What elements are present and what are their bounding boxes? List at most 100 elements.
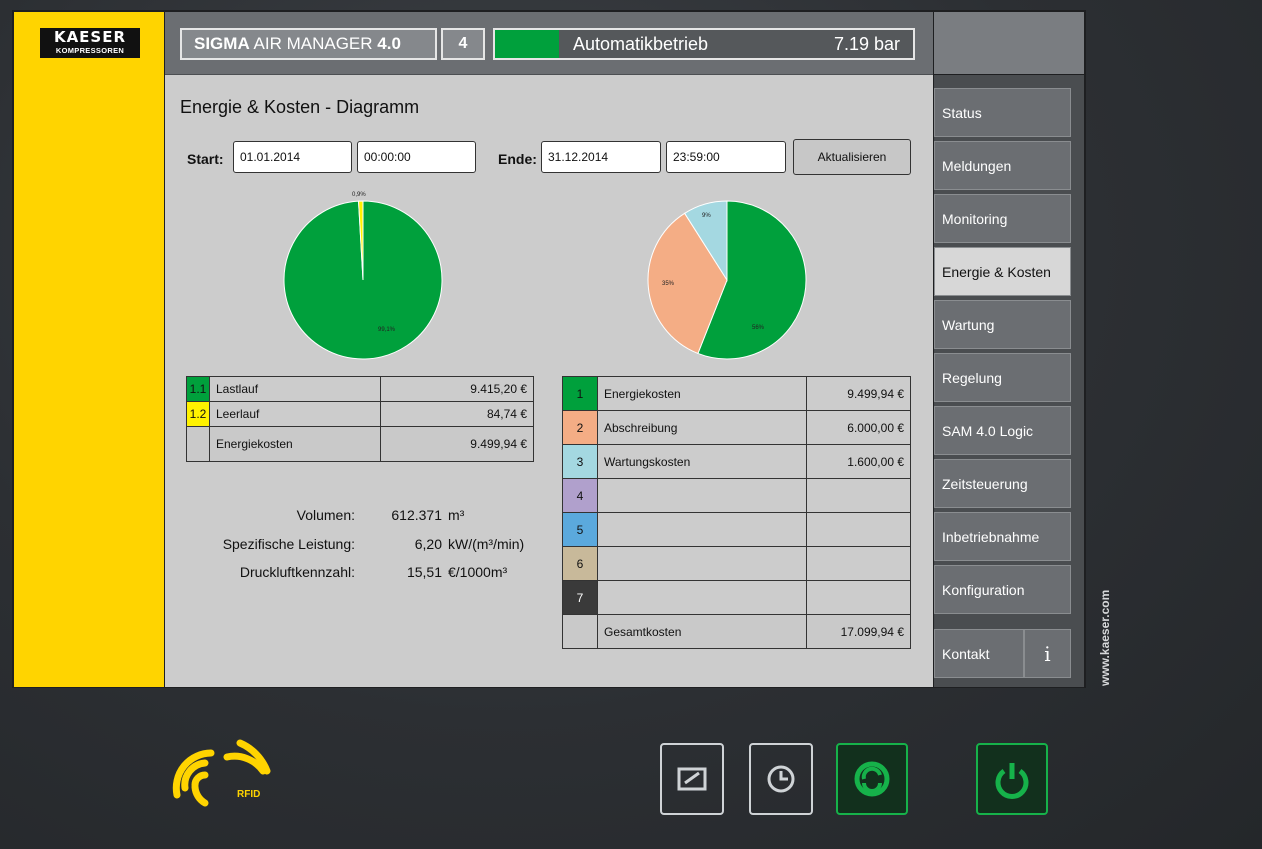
- table-row: 1.2 Leerlauf 84,74 €: [186, 401, 534, 427]
- nav-regelung[interactable]: Regelung: [934, 353, 1071, 402]
- pie-slice-label: 9%: [702, 213, 711, 219]
- clock-button[interactable]: [749, 743, 813, 815]
- clock-icon: [767, 765, 795, 793]
- table-row: 3 Wartungskosten 1.600,00 €: [562, 444, 911, 479]
- cost-pie-chart: 56% 35% 9%: [647, 200, 807, 360]
- rfid-icon: RFID: [172, 739, 271, 807]
- row-swatch: 1.1: [186, 376, 210, 402]
- page-title: Energie & Kosten - Diagramm: [180, 97, 420, 117]
- power-button[interactable]: [976, 743, 1048, 815]
- kaeser-logo: KAESER KOMPRESSOREN: [40, 28, 140, 58]
- app-title-version: 4.0: [377, 34, 401, 53]
- cost-table: 1 Energiekosten 9.499,94 € 2 Abschreibung 6.…: [562, 376, 911, 649]
- row-swatch: 4: [562, 478, 598, 513]
- info-button[interactable]: i: [1024, 629, 1071, 678]
- stat-unit: €/1000m³: [448, 564, 508, 580]
- stat-unit: m³: [448, 507, 465, 523]
- logo-line2: KOMPRESSOREN: [55, 46, 125, 55]
- nav-status[interactable]: Status: [934, 88, 1071, 137]
- nav-zeitsteuerung[interactable]: Zeitsteuerung: [934, 459, 1071, 508]
- app-title-text: AIR MANAGER: [253, 34, 373, 53]
- operating-mode: Automatikbetrieb: [573, 34, 709, 54]
- pressure-readout: 7.19 bar: [833, 34, 900, 54]
- start-date-input[interactable]: 01.01.2014: [233, 141, 352, 173]
- end-time-input[interactable]: 23:59:00: [666, 141, 786, 173]
- nav-meldungen[interactable]: Meldungen: [934, 141, 1071, 190]
- stat-value: 612.371: [391, 507, 442, 523]
- row-name: [597, 512, 807, 547]
- nav-energie-kosten[interactable]: Energie & Kosten: [934, 247, 1071, 296]
- stat-label: Spezifische Leistung:: [222, 536, 355, 552]
- total-label: Energiekosten: [209, 426, 381, 462]
- row-swatch: 1.2: [186, 401, 210, 427]
- status-indicator: [495, 30, 559, 58]
- energy-pie-chart: 99,1% 0,9%: [283, 192, 443, 360]
- table-row: 6: [562, 546, 911, 581]
- total-value: 9.499,94 €: [380, 426, 534, 462]
- stat-value: 15,51: [406, 564, 442, 580]
- edit-icon: [677, 767, 707, 791]
- stat-unit: kW/(m³/min): [448, 536, 525, 552]
- nav-konfiguration[interactable]: Konfiguration: [934, 565, 1071, 614]
- table-total-row: Energiekosten 9.499,94 €: [186, 426, 534, 462]
- total-value: 17.099,94 €: [806, 614, 911, 649]
- start-label: Start:: [187, 151, 224, 167]
- pie-slice-label: 99,1%: [378, 327, 396, 333]
- website-label: www.kaeser.com: [1098, 590, 1112, 687]
- row-value: [806, 478, 911, 513]
- energy-table: 1.1 Lastlauf 9.415,20 € 1.2 Leerlauf 84,…: [186, 376, 534, 462]
- table-row: 1.1 Lastlauf 9.415,20 €: [186, 376, 534, 402]
- row-swatch: 1: [562, 376, 598, 411]
- row-name: Wartungskosten: [597, 444, 807, 479]
- end-date-input[interactable]: 31.12.2014: [541, 141, 661, 173]
- pie-slice-label: 35%: [662, 281, 675, 287]
- pie-slice-label: 0,9%: [352, 192, 366, 198]
- rfid-label: RFID: [237, 789, 260, 800]
- row-value: [806, 580, 911, 615]
- power-icon: [995, 763, 1029, 799]
- stat-label: Druckluftkennzahl:: [239, 564, 355, 580]
- row-name: [597, 580, 807, 615]
- row-name: Leerlauf: [209, 401, 381, 427]
- edit-button[interactable]: [660, 743, 724, 815]
- table-row: 5: [562, 512, 911, 547]
- sidebar-header: [934, 12, 1084, 74]
- auto-button[interactable]: [836, 743, 908, 815]
- nav-kontakt[interactable]: Kontakt: [934, 629, 1024, 678]
- nav-sam-logic[interactable]: SAM 4.0 Logic: [934, 406, 1071, 455]
- app-title: SIGMA AIR MANAGER 4.0: [180, 28, 437, 60]
- table-row: 4: [562, 478, 911, 513]
- station-number: 4: [441, 28, 485, 60]
- row-swatch: 3: [562, 444, 598, 479]
- nav-wartung[interactable]: Wartung: [934, 300, 1071, 349]
- website-text: www.kaeser.com: [1098, 590, 1112, 687]
- row-value: [806, 546, 911, 581]
- auto-icon: [854, 761, 890, 797]
- logo-line1: KAESER: [53, 28, 127, 46]
- row-name: Abschreibung: [597, 410, 807, 445]
- table-row: 1 Energiekosten 9.499,94 €: [562, 376, 911, 411]
- refresh-button[interactable]: Aktualisieren: [793, 139, 911, 175]
- table-row: 7: [562, 580, 911, 615]
- app-title-bold: SIGMA: [194, 34, 250, 53]
- row-name: [597, 478, 807, 513]
- row-value: 1.600,00 €: [806, 444, 911, 479]
- row-value: 6.000,00 €: [806, 410, 911, 445]
- row-name: Energiekosten: [597, 376, 807, 411]
- row-swatch: 7: [562, 580, 598, 615]
- row-value: 9.415,20 €: [380, 376, 534, 402]
- row-name: Lastlauf: [209, 376, 381, 402]
- pie-slice-label: 56%: [752, 325, 765, 331]
- row-name: [597, 546, 807, 581]
- row-swatch: 5: [562, 512, 598, 547]
- row-value: [806, 512, 911, 547]
- row-value: 9.499,94 €: [806, 376, 911, 411]
- row-swatch: 6: [562, 546, 598, 581]
- end-label: Ende:: [498, 151, 537, 167]
- row-value: 84,74 €: [380, 401, 534, 427]
- start-time-input[interactable]: 00:00:00: [357, 141, 476, 173]
- nav-inbetriebnahme[interactable]: Inbetriebnahme: [934, 512, 1071, 561]
- row-swatch: [186, 426, 210, 462]
- table-total-row: Gesamtkosten 17.099,94 €: [562, 614, 911, 649]
- nav-monitoring[interactable]: Monitoring: [934, 194, 1071, 243]
